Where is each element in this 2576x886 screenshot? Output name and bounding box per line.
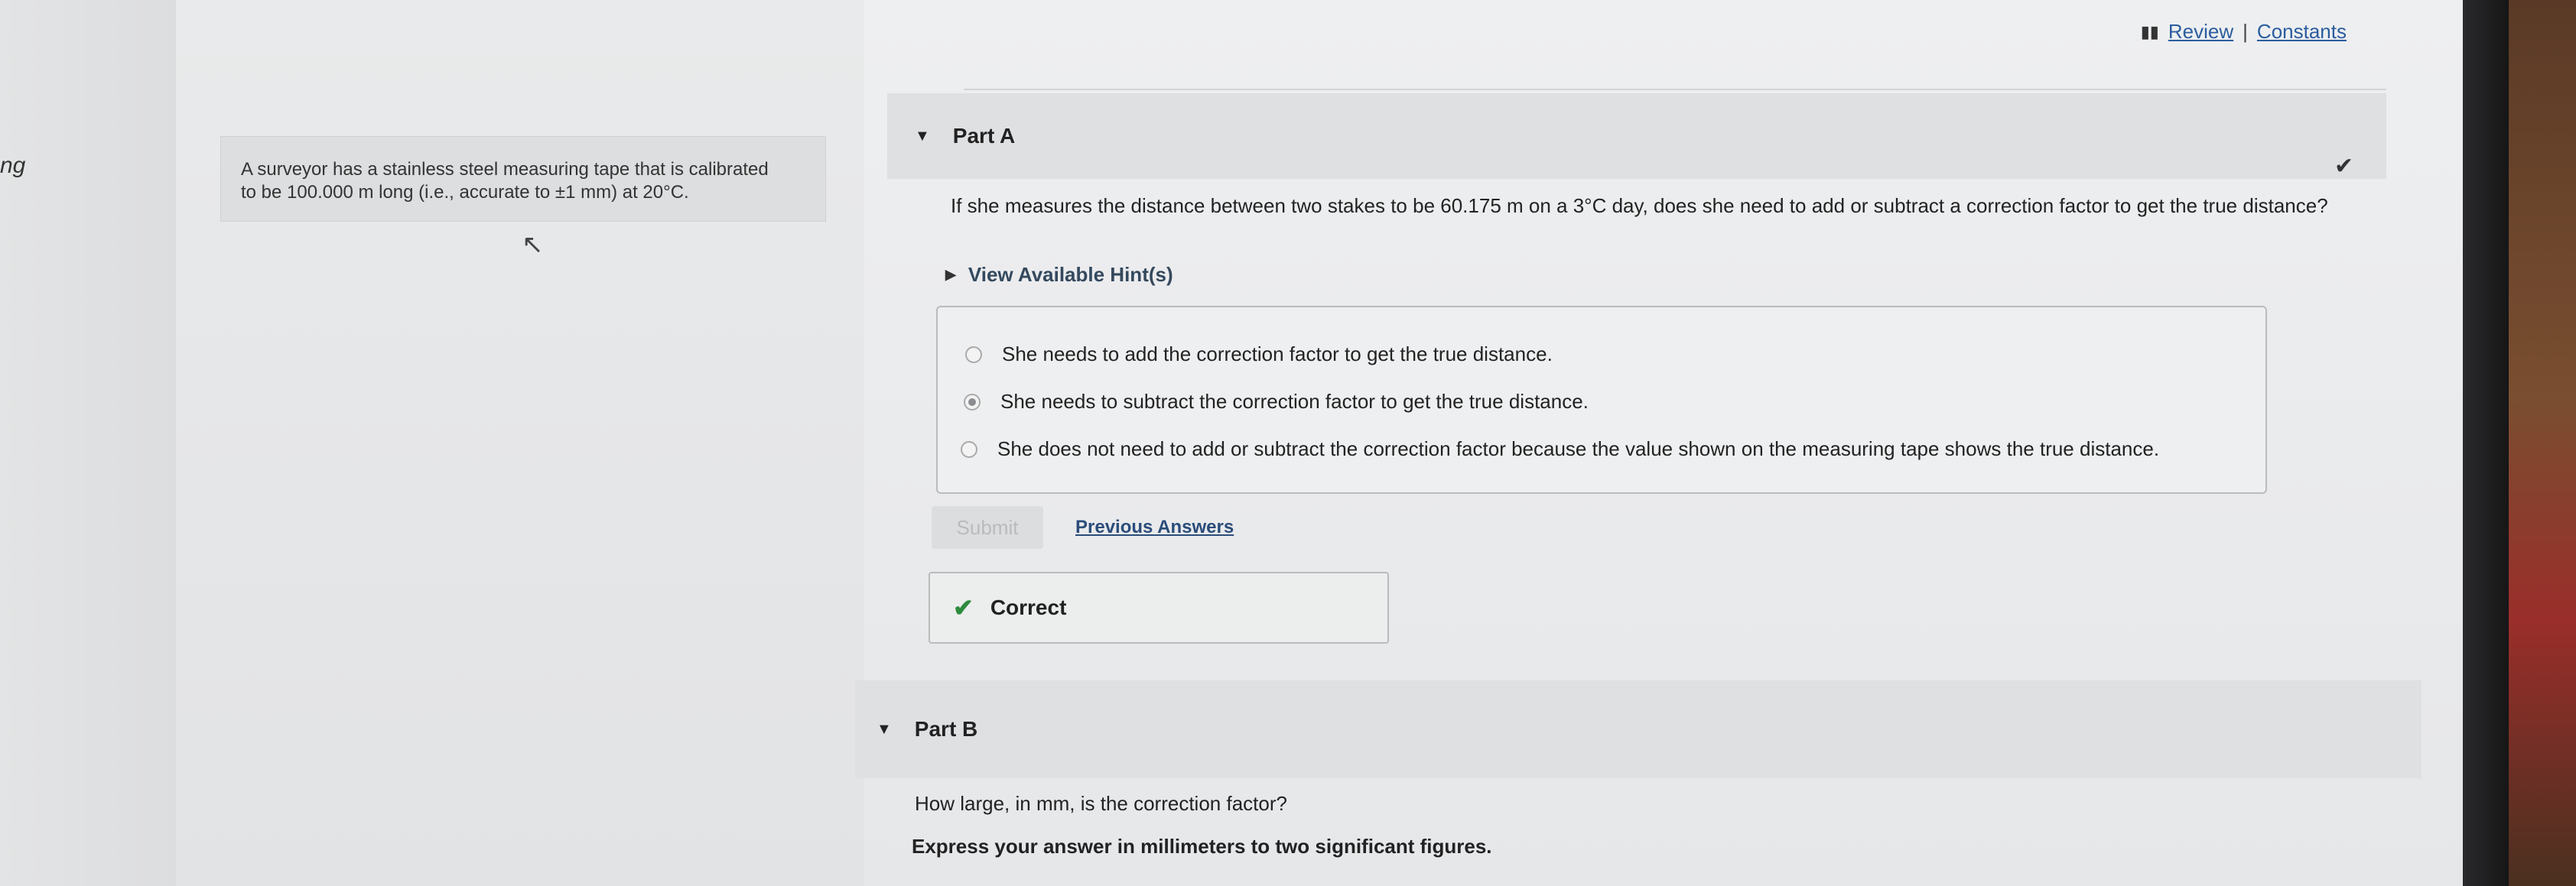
chevron-right-icon: ▶: [945, 267, 956, 282]
link-separator: |: [2243, 20, 2248, 43]
background-desk: [2509, 0, 2576, 886]
previous-panel-edge: ng: [0, 0, 176, 886]
radio-button[interactable]: [961, 440, 977, 458]
part-a-header[interactable]: ▼ Part A: [887, 93, 2386, 179]
previous-answers-link[interactable]: Previous Answers: [1075, 517, 1234, 538]
radio-button[interactable]: [965, 346, 982, 363]
answer-options: She needs to add the correction factor t…: [936, 306, 2267, 494]
part-a-title: Part A: [952, 124, 1016, 148]
problem-column: [176, 0, 864, 886]
radio-button-selected[interactable]: [964, 393, 981, 411]
problem-statement: A surveyor has a stainless steel measuri…: [220, 136, 826, 222]
review-link[interactable]: Review: [2168, 20, 2233, 44]
option-subtract[interactable]: She needs to subtract the correction fac…: [964, 390, 1589, 414]
view-hints-toggle[interactable]: ▶ View Available Hint(s): [945, 263, 1173, 287]
screen-bezel: [2463, 0, 2509, 886]
edge-text: ng: [0, 153, 26, 178]
result-label: Correct: [990, 596, 1067, 619]
problem-line-2: to be 100.000 m long (i.e., accurate to …: [241, 182, 689, 203]
hints-label: View Available Hint(s): [968, 263, 1173, 286]
part-b-instruction: Express your answer in millimeters to tw…: [912, 835, 1492, 858]
part-b-question: How large, in mm, is the correction fact…: [915, 792, 1287, 815]
book-icon: ▮▮: [2140, 21, 2159, 41]
divider: [964, 89, 2386, 90]
chevron-down-icon: ▼: [877, 720, 892, 738]
chevron-down-icon: ▼: [915, 127, 930, 144]
option-add[interactable]: She needs to add the correction factor t…: [965, 342, 1553, 366]
submit-button[interactable]: Submit: [932, 506, 1043, 549]
constants-link[interactable]: Constants: [2257, 20, 2347, 44]
option-label: She needs to subtract the correction fac…: [1000, 390, 1589, 413]
part-b-header[interactable]: ▼ Part B: [855, 680, 2422, 778]
check-icon: ✔: [2334, 154, 2354, 179]
problem-line-1: A surveyor has a stainless steel measuri…: [241, 159, 769, 180]
part-b-title: Part B: [914, 717, 978, 741]
option-label: She does not need to add or subtract the…: [997, 437, 2160, 460]
check-icon: ✔: [953, 594, 974, 621]
option-label: She needs to add the correction factor t…: [1002, 342, 1553, 365]
option-none[interactable]: She does not need to add or subtract the…: [961, 437, 2159, 461]
part-a-question: If she measures the distance between two…: [951, 194, 2328, 217]
result-feedback: ✔ Correct: [929, 572, 1389, 644]
mouse-cursor-icon: ↖: [522, 230, 544, 259]
header-links: ▮▮ Review | Constants: [2141, 20, 2347, 44]
